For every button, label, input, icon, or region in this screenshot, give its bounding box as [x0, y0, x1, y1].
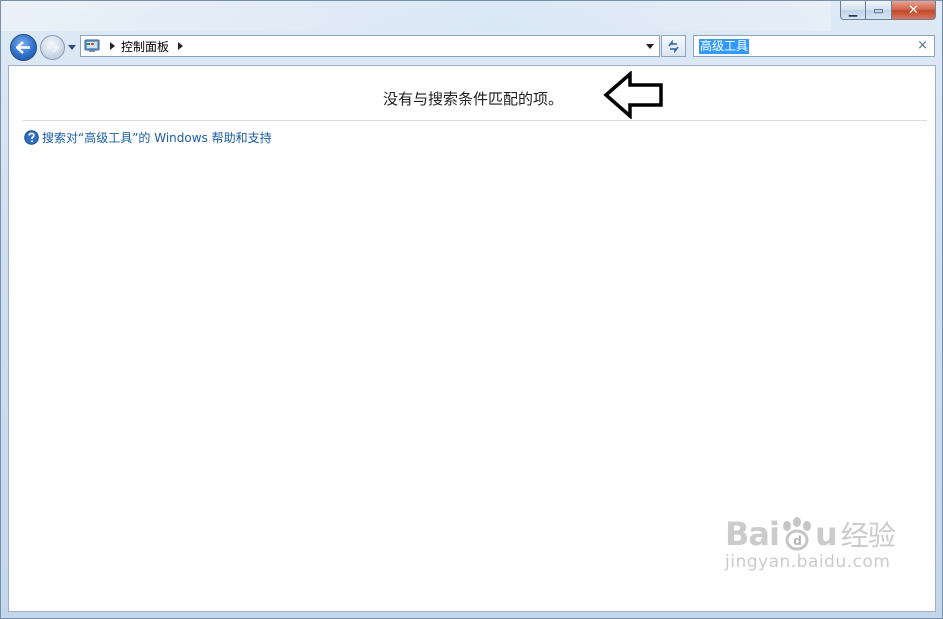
maximize-button[interactable]: ▭: [866, 1, 892, 20]
chevron-down-icon: [68, 45, 76, 50]
title-bar: [1, 1, 831, 31]
svg-text:d: d: [793, 534, 801, 548]
chevron-down-icon: [646, 43, 654, 49]
watermark-url: jingyan.baidu.com: [725, 552, 891, 572]
watermark-brand-cn: 经验: [840, 519, 896, 552]
close-button[interactable]: ✕: [892, 1, 936, 20]
watermark-brand-right: u: [814, 515, 838, 553]
minimize-button[interactable]: ▁: [840, 1, 866, 20]
recent-pages-button[interactable]: [67, 43, 77, 53]
address-dropdown-button[interactable]: [641, 36, 659, 56]
forward-arrow-icon: [47, 42, 59, 53]
back-arrow-icon: [16, 41, 30, 54]
breadcrumb-separator-icon[interactable]: [107, 41, 117, 51]
help-link-text[interactable]: 搜索对“高级工具”的 Windows 帮助和支持: [42, 129, 272, 146]
refresh-button[interactable]: [661, 35, 686, 57]
back-button[interactable]: [10, 34, 37, 61]
breadcrumb-separator-icon[interactable]: [175, 41, 185, 51]
results-pane: 没有与搜索条件匹配的项。 搜索对“高级工具”的 Windows 帮助和支持 Ba…: [8, 65, 936, 612]
search-input[interactable]: 高级工具 ×: [693, 35, 935, 57]
control-panel-icon: [83, 38, 101, 54]
windows-help-search-link[interactable]: 搜索对“高级工具”的 Windows 帮助和支持: [24, 129, 272, 146]
help-icon: [24, 130, 39, 145]
clear-search-icon[interactable]: ×: [917, 38, 928, 53]
refresh-icon: [668, 39, 679, 53]
left-arrow-icon: [603, 71, 663, 119]
no-results-message: 没有与搜索条件匹配的项。: [382, 90, 563, 108]
explorer-window: ▁ ▭ ✕ 控制面板 高级工具 × 没有与搜索条件匹配的项。 搜索对“高级工具”…: [0, 0, 943, 619]
caption-buttons: ▁ ▭ ✕: [840, 1, 936, 20]
breadcrumb-control-panel[interactable]: 控制面板: [121, 38, 169, 55]
forward-button[interactable]: [40, 35, 65, 60]
watermark-brand: Bai d u 经验: [725, 514, 896, 554]
watermark-brand-left: Bai: [725, 515, 780, 553]
paw-icon: d: [782, 517, 811, 551]
address-bar[interactable]: 控制面板: [80, 35, 660, 57]
search-query-text[interactable]: 高级工具: [699, 38, 750, 54]
baidu-jingyan-watermark: Bai d u 经验 jingyan.baidu.com: [725, 514, 896, 572]
divider: [23, 120, 927, 121]
